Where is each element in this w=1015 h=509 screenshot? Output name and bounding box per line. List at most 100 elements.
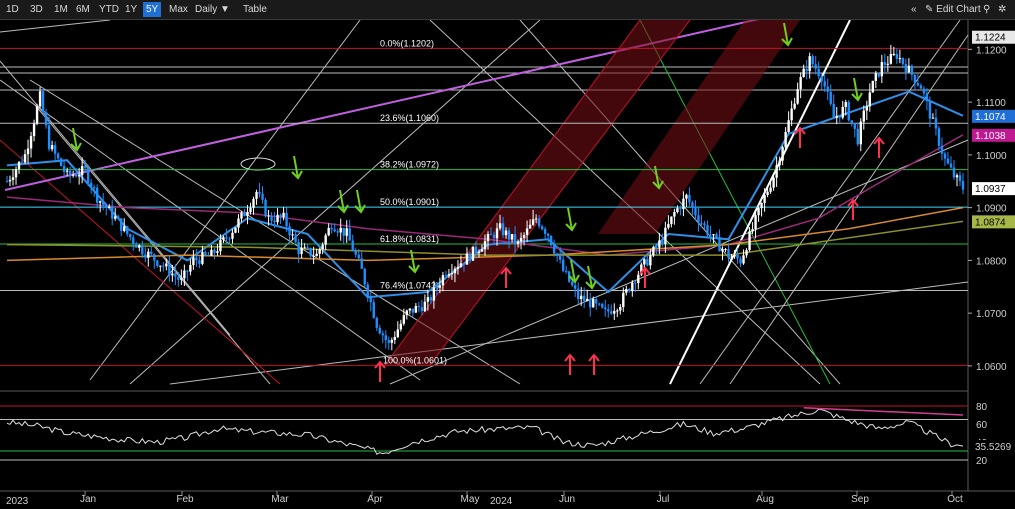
candle-body <box>937 128 941 146</box>
candle-body <box>772 177 775 188</box>
fib-level-label: 100.0%(1.0601) <box>383 355 447 365</box>
candle-body <box>330 227 333 230</box>
price-tag-label: 1.1074 <box>975 112 1006 123</box>
candle-body <box>129 234 132 238</box>
table-button[interactable]: Table <box>240 2 270 17</box>
candle-body <box>576 288 580 300</box>
range-max-button[interactable]: Max <box>166 2 191 17</box>
rsi-axis-label: 60 <box>976 420 988 431</box>
price-axis-label: 1.0800 <box>976 256 1007 267</box>
time-axis-label: Apr <box>367 494 383 505</box>
time-axis-label: May <box>461 494 480 505</box>
interval-dropdown[interactable]: Daily ▼ <box>192 2 233 17</box>
candle-body <box>222 237 225 240</box>
trendline <box>0 20 111 33</box>
candle-body <box>549 235 553 246</box>
search-icon[interactable]: ⚲ <box>983 2 990 17</box>
candle-body <box>98 201 102 203</box>
candle-body <box>646 259 649 266</box>
candle-body <box>327 227 330 236</box>
candle-body <box>700 222 703 224</box>
candle-body <box>751 229 754 232</box>
candle-body <box>390 339 394 343</box>
candle-body <box>297 242 300 255</box>
time-axis-label: Aug <box>756 494 774 505</box>
price-chart[interactable]: 0.0%(1.1202) 23.6%(1.1060) 38.2%(1.0972) 50… <box>0 20 1015 509</box>
candle-body <box>14 169 18 178</box>
candle-body <box>312 256 315 258</box>
candle-body <box>243 212 246 217</box>
fib-level-label: 0.0%(1.1202) <box>380 38 434 48</box>
candle-body <box>89 182 93 188</box>
candle-body <box>573 285 577 289</box>
candle-body <box>423 301 427 312</box>
candle-body <box>261 193 264 200</box>
candle-body <box>396 329 400 338</box>
candle-body <box>53 145 57 154</box>
price-axis-label: 1.0600 <box>976 362 1007 373</box>
candle-body <box>889 54 893 64</box>
candle-body <box>946 158 950 164</box>
candle-body <box>171 273 174 276</box>
candle-body <box>471 246 475 261</box>
dropdown-arrow-icon: ▼ <box>220 4 230 15</box>
candle-body <box>255 191 258 199</box>
range-3d-button[interactable]: 3D <box>27 2 46 17</box>
edit-chart-label: Edit Chart <box>936 4 981 15</box>
candle-body <box>673 211 676 217</box>
candle-body <box>817 68 820 76</box>
candle-body <box>86 167 90 183</box>
range-1m-button[interactable]: 1M <box>51 2 71 17</box>
candle-body <box>853 123 856 129</box>
candle-body <box>763 195 766 203</box>
candle-body <box>459 263 463 267</box>
candle-body <box>688 194 691 203</box>
candle-body <box>682 198 685 210</box>
candle-body <box>411 308 415 313</box>
candle-body <box>643 259 646 265</box>
candle-body <box>727 248 730 258</box>
candle-body <box>712 234 715 236</box>
candle-body <box>372 302 375 318</box>
candle-body <box>543 229 547 234</box>
range-1d-button[interactable]: 1D <box>3 2 22 17</box>
candle-body <box>228 238 231 240</box>
edit-chart-button[interactable]: ✎ Edit Chart <box>925 2 981 17</box>
candle-body <box>769 187 772 192</box>
candle-body <box>213 249 216 253</box>
settings-icon[interactable]: ✲ <box>998 2 1006 17</box>
candle-body <box>525 228 529 236</box>
candle-body <box>528 224 532 229</box>
candle-body <box>901 58 905 65</box>
candle-body <box>77 175 81 177</box>
candle-body <box>453 268 457 274</box>
candle-body <box>598 303 601 305</box>
candle-body <box>8 179 12 182</box>
year-label: 2023 <box>6 496 29 507</box>
candle-body <box>114 216 117 219</box>
range-5y-button[interactable]: 5Y <box>143 2 162 17</box>
candle-body <box>592 299 595 308</box>
price-axis-label: 1.0700 <box>976 309 1007 320</box>
candle-body <box>886 63 890 65</box>
range-ytd-button[interactable]: YTD <box>96 2 122 17</box>
candle-body <box>877 73 881 77</box>
candle-body <box>940 145 944 154</box>
candle-body <box>510 234 514 240</box>
candle-body <box>132 237 135 244</box>
candle-body <box>706 225 709 235</box>
range-1y-button[interactable]: 1Y <box>122 2 140 17</box>
candle-body <box>796 89 799 104</box>
collapse-icon[interactable]: « <box>911 2 917 17</box>
candle-body <box>381 333 384 336</box>
candle-body <box>616 310 619 312</box>
candle-body <box>534 218 538 220</box>
candle-body <box>465 253 469 265</box>
range-6m-button[interactable]: 6M <box>73 2 93 17</box>
candle-body <box>847 102 850 121</box>
trendline <box>729 34 969 385</box>
candle-body <box>429 297 433 301</box>
rsi-line <box>6 408 964 455</box>
candle-body <box>17 161 21 170</box>
candle-body <box>342 227 345 236</box>
